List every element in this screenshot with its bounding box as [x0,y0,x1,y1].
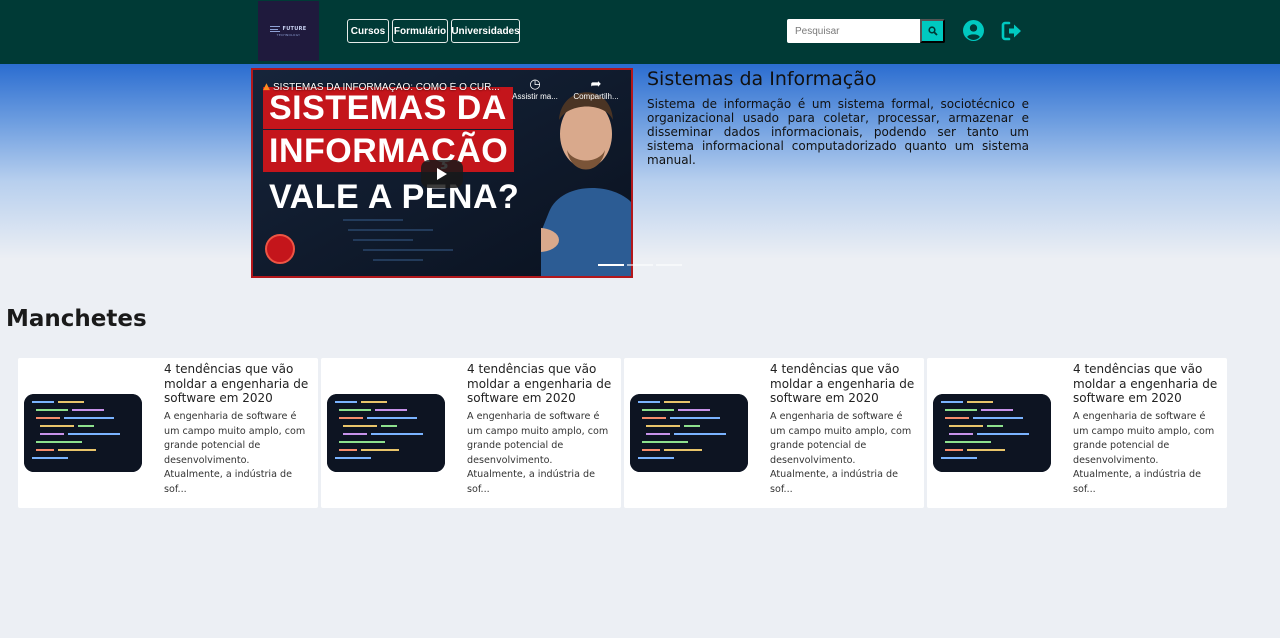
news-card-title[interactable]: 4 tendências que vão moldar a engenharia… [1073,362,1223,406]
video-banner-line-1: SISTEMAS DA [263,87,513,129]
news-card-image [327,394,445,472]
hero-description: Sistema de informação é um sistema forma… [647,97,1029,167]
logo-subtitle: TECHNOLOGY [276,32,301,37]
carousel-indicator-2[interactable] [627,264,653,266]
play-button[interactable] [421,160,463,188]
news-card[interactable]: 4 tendências que vão moldar a engenharia… [927,358,1227,508]
watch-later-button[interactable]: ◷ Assistir ma... [500,76,570,101]
news-card-image [933,394,1051,472]
news-card-description: A engenharia de software é um campo muit… [1073,411,1215,495]
news-card[interactable]: 4 tendências que vão moldar a engenharia… [18,358,318,508]
news-card-description: A engenharia de software é um campo muit… [467,411,609,495]
clock-icon: ◷ [529,76,541,91]
watch-later-label: Assistir ma... [512,92,558,101]
carousel-indicators [598,264,682,266]
sign-out-icon[interactable] [1001,20,1023,42]
video-banner-line-2: INFORMAÇÃO [263,130,515,172]
video-player[interactable]: SISTEMAS DA INFORMAÇÃO VALE A PENA? ▲ SI… [251,68,633,278]
nav-universidades-button[interactable]: Universidades [451,19,520,43]
channel-brain-logo-icon [265,234,295,264]
news-card-description: A engenharia de software é um campo muit… [770,411,912,495]
hero-background [0,64,1280,259]
share-icon: ➦ [590,76,602,91]
nav-formulario-button[interactable]: Formulário [392,19,448,43]
news-card-title[interactable]: 4 tendências que vão moldar a engenharia… [467,362,617,406]
video-presenter-image [541,92,631,276]
logo-lines-icon [270,25,281,32]
manchetes-title: Manchetes [6,306,147,332]
news-card[interactable]: 4 tendências que vão moldar a engenharia… [321,358,621,508]
search-button[interactable] [920,19,945,43]
news-card-title[interactable]: 4 tendências que vão moldar a engenharia… [164,362,314,406]
search-icon [927,26,938,36]
hero-title: Sistemas da Informação [647,68,877,90]
news-card[interactable]: 4 tendências que vão moldar a engenharia… [624,358,924,508]
logo-name: FUTURE [282,25,307,32]
carousel-indicator-3[interactable] [656,264,682,266]
user-circle-icon[interactable] [963,20,984,41]
share-label: Compartilh... [573,92,619,101]
logo-mark: FUTURE [270,25,307,32]
video-fire-icon: ▲ [263,82,270,92]
news-card-title[interactable]: 4 tendências que vão moldar a engenharia… [770,362,920,406]
news-card-description: A engenharia de software é um campo muit… [164,411,306,495]
nav-cursos-button[interactable]: Cursos [347,19,389,43]
brand-logo[interactable]: FUTURE TECHNOLOGY [258,1,319,61]
news-card-image [630,394,748,472]
play-icon [437,168,447,180]
video-banner-line-3: VALE A PENA? [269,178,520,216]
search-input[interactable] [787,19,920,43]
share-button[interactable]: ➦ Compartilh... [561,76,631,101]
video-title[interactable]: SISTEMAS DA INFORMAÇÃO: COMO É O CUR... [273,82,523,93]
carousel-indicator-1[interactable] [598,264,624,266]
navbar: FUTURE TECHNOLOGY Cursos Formulário Univ… [0,0,1280,64]
news-card-image [24,394,142,472]
